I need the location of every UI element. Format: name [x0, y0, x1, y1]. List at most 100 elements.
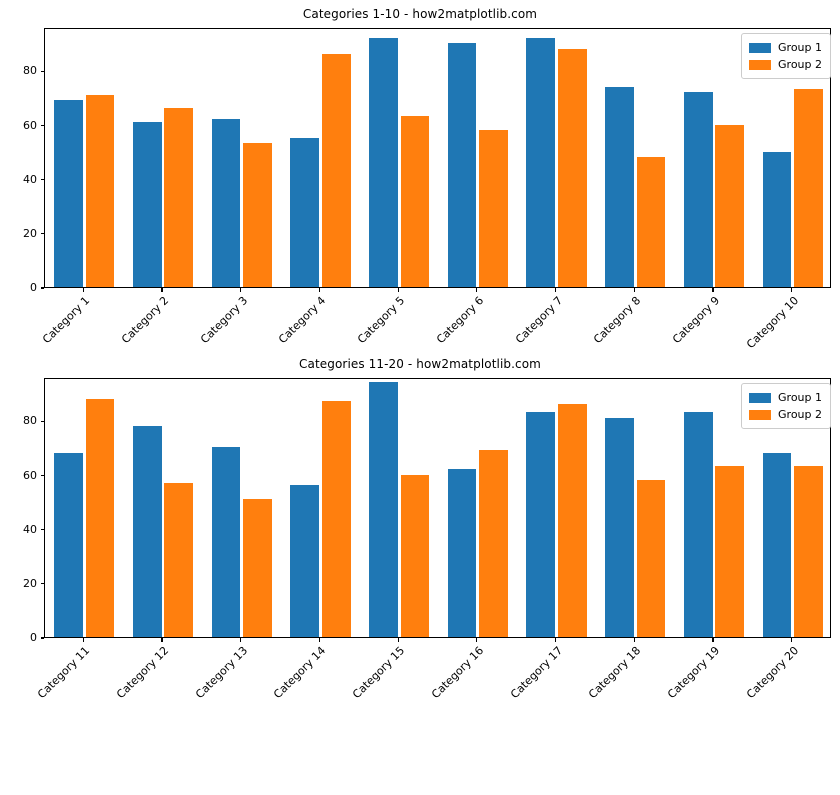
legend-bottom: Group 1 Group 2 [741, 383, 831, 429]
bar-group-1-category-6 [447, 43, 477, 287]
bar-group-1-category-3 [211, 119, 241, 287]
y-tick-mark [40, 637, 44, 639]
bar-group-2-category-11 [85, 398, 115, 637]
bar-group-2-category-7 [557, 48, 587, 287]
bar-group-1-category-4 [290, 138, 320, 287]
bar-group-1-category-9 [683, 92, 713, 287]
x-tick-mark [82, 288, 84, 292]
legend-label-group-1: Group 1 [778, 391, 822, 404]
legend-label-group-2: Group 2 [778, 408, 822, 421]
y-tick-mark [40, 474, 44, 477]
x-tick-mark [712, 288, 714, 292]
subplot-categories-1-10: Categories 1-10 - how2matplotlib.com 0 20… [0, 0, 840, 351]
x-tick-label: Category 18 [586, 644, 644, 702]
legend-swatch-group-2 [749, 59, 772, 70]
x-tick-mark [397, 288, 399, 292]
x-tick-mark [240, 288, 242, 292]
y-tick-mark [40, 287, 44, 289]
bar-group-2-category-3 [243, 143, 272, 287]
x-tick-mark [476, 288, 478, 292]
y-tick-mark [40, 124, 44, 127]
y-tick-label: 40 [23, 172, 37, 186]
x-tick-label: Category 14 [271, 644, 329, 702]
bar-group-2-category-10 [794, 89, 823, 287]
x-tick-label: Category 17 [507, 644, 565, 702]
bar-group-2-category-14 [321, 401, 351, 637]
bar-group-1-category-20 [762, 452, 792, 637]
plot-area-top [44, 28, 831, 288]
x-tick-mark [161, 288, 163, 292]
bar-group-1-category-16 [447, 469, 477, 637]
x-tick-label: Category 20 [743, 644, 801, 702]
x-tick-mark [318, 288, 321, 292]
y-tick-label: 40 [23, 522, 37, 536]
bar-group-2-category-1 [85, 94, 115, 287]
y-tick-label: 0 [30, 631, 37, 644]
bar-group-1-category-7 [526, 37, 556, 287]
x-tick-mark [712, 638, 714, 642]
y-tick-label: 0 [30, 281, 37, 294]
legend-label-group-2: Group 2 [778, 58, 822, 71]
legend-entry-group-1: Group 1 [749, 389, 822, 406]
y-tick-label: 80 [23, 64, 37, 78]
bar-group-1-category-5 [369, 37, 398, 287]
x-tick-mark [240, 638, 242, 642]
bar-group-1-category-2 [132, 121, 162, 287]
x-tick-mark [397, 638, 399, 642]
bar-group-1-category-17 [526, 412, 556, 637]
bar-group-1-category-11 [54, 452, 83, 637]
x-tick-mark [554, 638, 557, 642]
x-tick-label: Category 16 [428, 644, 487, 702]
subplot-categories-11-20: Categories 11-20 - how2matplotlib.com 0 2… [0, 350, 840, 701]
bar-group-2-category-6 [479, 129, 508, 287]
legend-swatch-group-1 [749, 42, 772, 53]
legend-swatch-group-2 [749, 409, 772, 420]
bar-group-1-category-14 [290, 485, 320, 637]
x-tick-mark [161, 638, 163, 642]
bar-group-2-category-18 [636, 479, 666, 637]
y-tick-mark [40, 583, 44, 585]
x-tick-mark [318, 638, 321, 642]
x-tick-label: Category 19 [665, 644, 723, 702]
bar-group-1-category-18 [605, 417, 634, 637]
legend-entry-group-2: Group 2 [749, 56, 822, 73]
y-tick-label: 60 [23, 468, 37, 482]
x-tick-label: Category 13 [192, 644, 250, 702]
y-tick-mark [40, 529, 44, 531]
plot-area-bottom [44, 378, 831, 638]
bar-group-2-category-5 [400, 116, 430, 287]
bar-group-2-category-19 [715, 466, 745, 637]
y-tick-mark [40, 179, 44, 181]
x-tick-mark [554, 288, 557, 292]
bar-group-2-category-15 [400, 474, 430, 637]
figure-canvas: Categories 1-10 - how2matplotlib.com 0 20… [0, 0, 840, 701]
y-tick-mark [40, 233, 44, 235]
bar-group-2-category-4 [321, 54, 351, 287]
x-tick-mark [82, 638, 84, 642]
bar-group-1-category-13 [211, 447, 241, 637]
bar-group-1-category-1 [54, 100, 83, 287]
y-tick-label: 20 [23, 576, 37, 590]
chart-title-bottom: Categories 11-20 - how2matplotlib.com [299, 357, 541, 371]
bar-group-2-category-13 [243, 498, 272, 637]
bar-group-2-category-16 [479, 450, 508, 637]
x-tick-mark [791, 638, 793, 642]
bar-group-2-category-17 [557, 404, 587, 637]
bar-group-1-category-15 [369, 382, 398, 637]
x-tick-mark [791, 288, 793, 292]
legend-top: Group 1 Group 2 [741, 33, 831, 79]
bar-group-1-category-19 [683, 412, 713, 637]
bar-group-2-category-8 [636, 157, 666, 287]
y-tick-mark [40, 70, 44, 72]
bars-layer-bottom [45, 379, 830, 637]
legend-entry-group-2: Group 2 [749, 406, 822, 423]
x-tick-mark [476, 638, 478, 642]
bar-group-1-category-10 [762, 151, 792, 287]
legend-swatch-group-1 [749, 392, 772, 403]
bar-group-2-category-20 [794, 466, 823, 637]
y-tick-label: 20 [23, 226, 37, 240]
x-tick-mark [633, 288, 635, 292]
bar-group-2-category-2 [164, 108, 194, 287]
bar-group-1-category-12 [132, 425, 162, 637]
bar-group-2-category-12 [164, 482, 194, 637]
